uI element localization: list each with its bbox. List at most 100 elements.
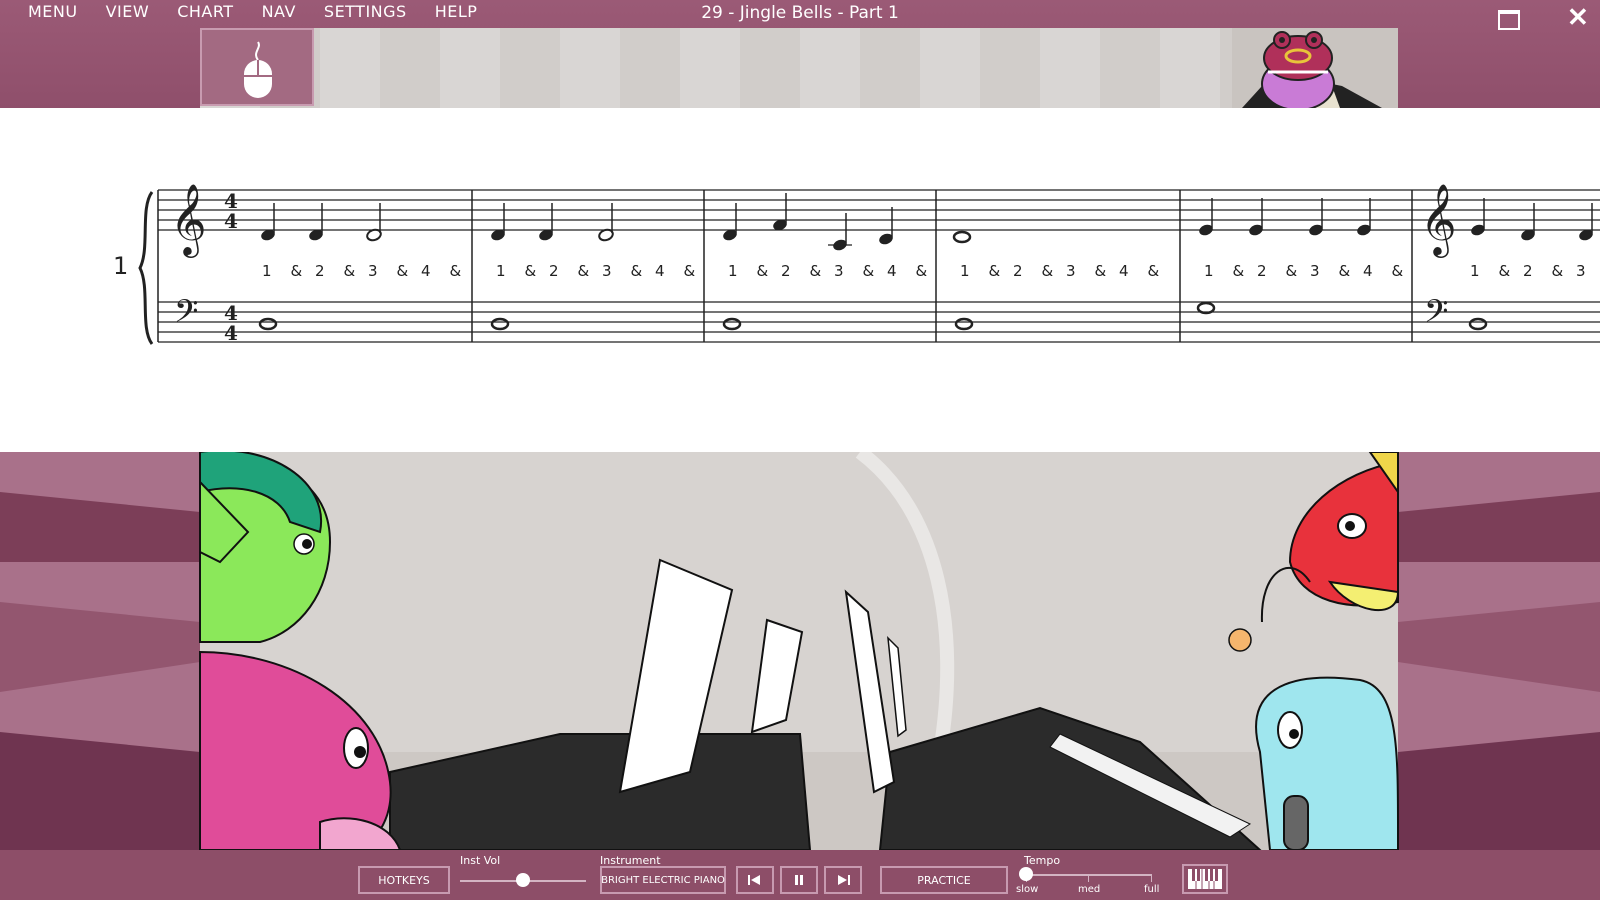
beat-count-label: & [450, 262, 462, 280]
beat-count-label: 3 [602, 262, 612, 280]
beat-count-label: 1 [960, 262, 970, 280]
half-note [366, 203, 382, 242]
treble-clef-repeat: 𝄞 [1420, 182, 1457, 258]
beat-count-label: 4 [887, 262, 897, 280]
beat-count-label: 3 [1576, 262, 1586, 280]
grand-staff-brace [138, 191, 154, 345]
beat-count-label: & [397, 262, 409, 280]
beat-count-label: & [684, 262, 696, 280]
quarter-note [1309, 198, 1323, 236]
bass-clef: 𝄢 [174, 293, 198, 337]
beat-count-label: & [1233, 262, 1245, 280]
tempo-slow-label: slow [1016, 884, 1039, 895]
quarter-note [1249, 198, 1263, 236]
skip-forward-button[interactable] [824, 866, 862, 894]
quarter-note [261, 203, 275, 241]
animated-scene [0, 452, 1600, 850]
quarter-note [1521, 203, 1535, 241]
beat-count-label: 1 [496, 262, 506, 280]
tempo-tick-med [1088, 874, 1089, 882]
bass-staff [158, 301, 1600, 343]
beat-count-label: & [1286, 262, 1298, 280]
bass-clef-repeat: 𝄢 [1424, 293, 1448, 337]
system-number: 1 [113, 252, 128, 280]
treble-time-sig-bottom: 4 [224, 209, 238, 233]
beat-count-label: 1 [1470, 262, 1480, 280]
beat-count-label: & [810, 262, 822, 280]
beat-count-label: & [525, 262, 537, 280]
beat-count-label: & [1042, 262, 1054, 280]
tempo-tick-full [1151, 874, 1152, 882]
beat-count-label: & [1552, 262, 1564, 280]
instrument-select[interactable]: BRIGHT ELECTRIC PIANO [600, 866, 726, 894]
beat-count-label: & [989, 262, 1001, 280]
maximize-icon[interactable] [1498, 10, 1520, 30]
beat-count-label: 1 [728, 262, 738, 280]
beat-count-label: & [863, 262, 875, 280]
crocodile-character-portrait [1232, 28, 1398, 108]
beat-count-label: 2 [1523, 262, 1533, 280]
quarter-note [491, 203, 505, 241]
pause-icon [795, 875, 803, 885]
whole-note [258, 317, 278, 331]
bass-time-sig-bottom: 4 [224, 321, 238, 345]
quarter-note [309, 203, 323, 241]
beat-count-label: 2 [1013, 262, 1023, 280]
skip-back-icon [748, 875, 760, 885]
skip-back-button[interactable] [736, 866, 774, 894]
tempo-label: Tempo [1024, 854, 1061, 867]
beat-count-label: 2 [781, 262, 791, 280]
half-note [598, 203, 614, 242]
beat-count-label: 4 [1119, 262, 1129, 280]
beat-count-label: 3 [1066, 262, 1076, 280]
beat-count-label: & [1499, 262, 1511, 280]
beat-count-label: 4 [421, 262, 431, 280]
whole-note [490, 317, 510, 331]
beat-count-label: 1 [262, 262, 272, 280]
skip-forward-icon [838, 875, 850, 885]
treble-clef: 𝄞 [170, 182, 207, 258]
beat-count-label: & [1095, 262, 1107, 280]
piano-keyboard-icon [1188, 869, 1222, 889]
inst-vol-slider-thumb[interactable] [516, 873, 530, 887]
keyboard-view-button[interactable] [1182, 864, 1228, 894]
beat-count-label: 4 [1363, 262, 1373, 280]
quarter-note [879, 207, 893, 245]
notes-layer [258, 193, 1593, 331]
beat-count-label: & [1339, 262, 1351, 280]
mouse-icon [244, 41, 272, 98]
treble-staff [158, 189, 1600, 231]
beat-count-label: & [1392, 262, 1404, 280]
beat-count-label: 2 [549, 262, 559, 280]
practice-button[interactable]: PRACTICE [880, 866, 1008, 894]
quarter-note [723, 203, 737, 241]
beat-count-label: 2 [1257, 262, 1267, 280]
tempo-slider[interactable] [1026, 874, 1152, 876]
song-title: 29 - Jingle Bells - Part 1 [701, 3, 899, 23]
quarter-note [1471, 198, 1485, 236]
tempo-full-label: full [1144, 884, 1160, 895]
quarter-note [1357, 198, 1371, 236]
beat-count-label: & [344, 262, 356, 280]
quarter-note [773, 193, 787, 231]
top-stage-backdrop [200, 28, 1398, 108]
music-score: 1 𝄞 𝄢 𝄞 𝄢 4 4 4 4 1 & 2 & 3 & 4 & 1 & 2 … [113, 182, 1600, 345]
inst-vol-label: Inst Vol [460, 854, 501, 867]
scene-illustration [0, 452, 1600, 850]
beat-count-label: & [757, 262, 769, 280]
beat-count-label: & [916, 262, 928, 280]
quarter-note [1579, 203, 1593, 241]
whole-note [722, 317, 742, 331]
tempo-slider-thumb[interactable] [1019, 867, 1033, 881]
beat-count-label: 3 [1310, 262, 1320, 280]
sheet-music-panel: 1 𝄞 𝄢 𝄞 𝄢 4 4 4 4 1 & 2 & 3 & 4 & 1 & 2 … [0, 108, 1600, 452]
hotkeys-button[interactable]: HOTKEYS [358, 866, 450, 894]
quarter-note [539, 203, 553, 241]
quarter-note [833, 213, 847, 251]
close-icon[interactable]: ✕ [1567, 4, 1589, 30]
mouse-input-tile[interactable] [200, 28, 314, 106]
beat-count-label: 1 [1204, 262, 1214, 280]
pause-button[interactable] [780, 866, 818, 894]
beat-count-label: 3 [834, 262, 844, 280]
beat-count-label: & [631, 262, 643, 280]
